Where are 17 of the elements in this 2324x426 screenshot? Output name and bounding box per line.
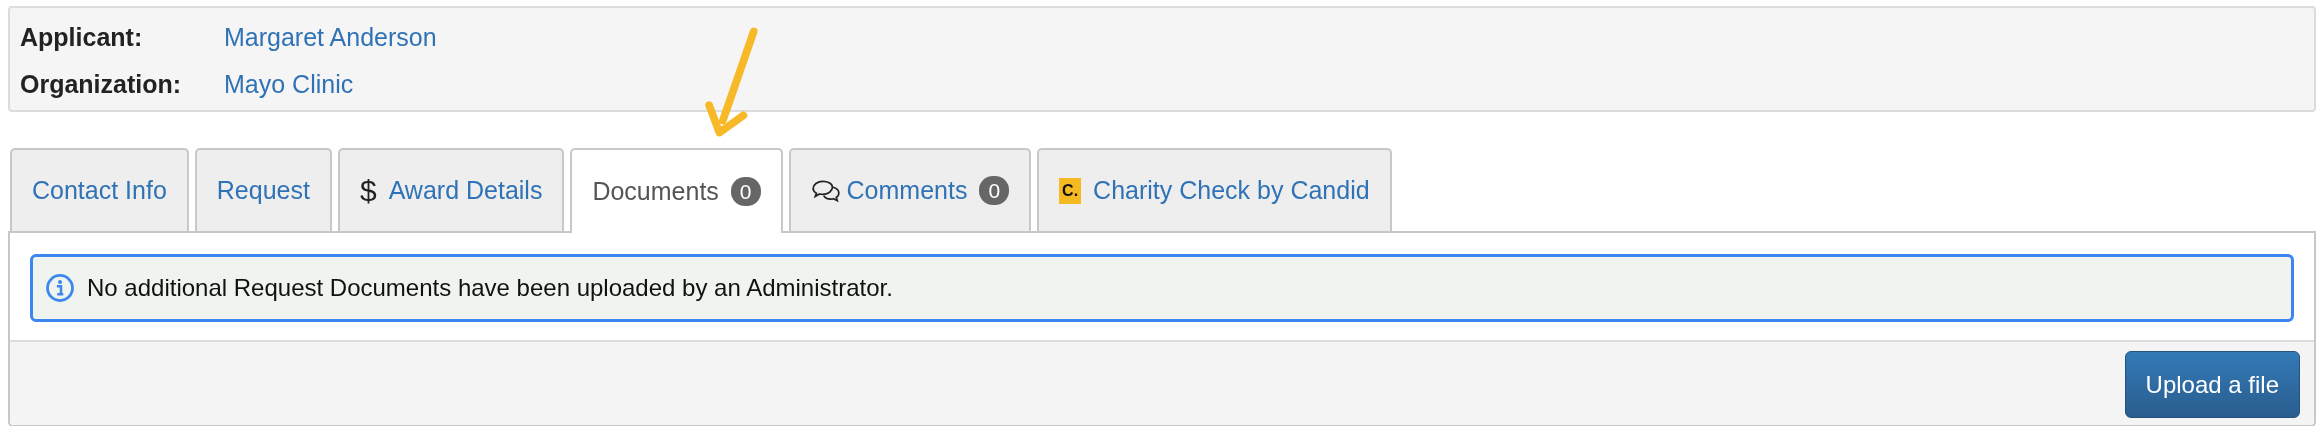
field-label: Organization: [20,70,183,99]
count-badge: 0 [730,176,761,207]
field-label: Applicant: [20,23,144,52]
tab[interactable]: $ Award Details [337,148,565,231]
info-link[interactable]: Margaret Anderson [224,23,437,52]
alert-message: No additional Request Documents have been uploaded by an Administrator. [87,274,893,302]
tab[interactable]: Request [194,148,332,231]
dollar-icon: $ [359,173,377,208]
tab[interactable]: Contact Info [10,148,189,231]
tab[interactable]: Comments 0 [788,148,1032,231]
upload-button[interactable]: Upload a file [2124,351,2300,418]
candid-logo: C. [1059,177,1082,204]
tab[interactable]: C. Charity Check by Candid [1037,148,1392,231]
count-badge: 0 [979,175,1010,206]
info-link[interactable]: Mayo Clinic [224,70,354,99]
info-icon [45,273,75,303]
speech-bubbles-icon [810,178,841,203]
